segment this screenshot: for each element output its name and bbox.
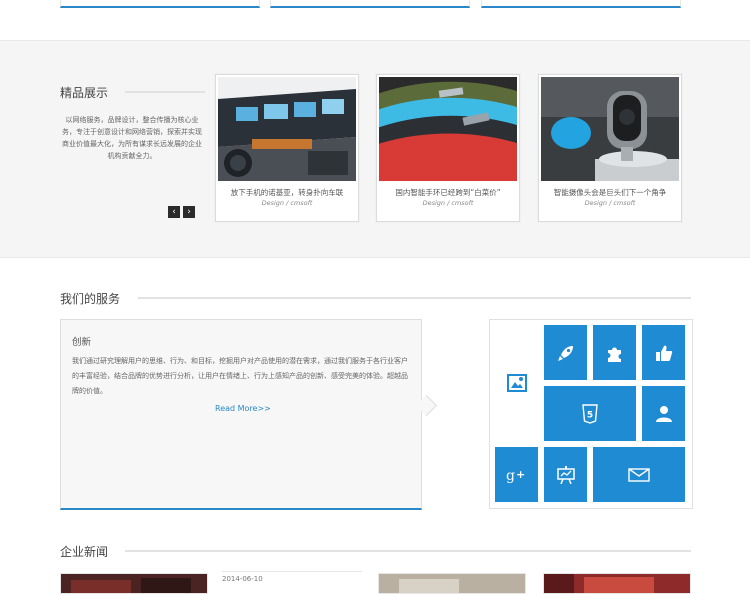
product-subtitle: Design / cmsoft bbox=[261, 199, 313, 207]
image-icon[interactable] bbox=[507, 374, 527, 392]
mail-tile[interactable] bbox=[593, 447, 685, 502]
svg-text:5: 5 bbox=[587, 410, 593, 420]
products-title: 精品展示 bbox=[60, 86, 109, 100]
news-thumbnail-1[interactable] bbox=[60, 573, 208, 594]
next-arrow-button[interactable]: › bbox=[183, 206, 195, 218]
mail-icon bbox=[628, 467, 650, 482]
news-date: 2014-06-10 bbox=[222, 575, 263, 583]
top-card-1 bbox=[60, 0, 260, 8]
product-card-1[interactable]: 放下手机的诺基亚，转身扑向车联 Design / cmsoft bbox=[215, 74, 359, 222]
news-title: 企业新闻 bbox=[60, 545, 109, 559]
news-thumbnail-2[interactable] bbox=[378, 573, 526, 594]
products-intro: 以网络服务，品牌设计，整合传播为核心业务，专注于创意设计和网络营销，探索并实现商… bbox=[62, 116, 202, 160]
news-title-rule bbox=[125, 550, 691, 552]
user-icon bbox=[655, 405, 673, 423]
rocket-icon bbox=[557, 344, 575, 362]
news-thumbnail-3[interactable] bbox=[543, 573, 691, 594]
service-text: 我们通过研究理解用户的思维、行为、和目标，挖掘用户对产品使用的潜在需求，通过我们… bbox=[72, 357, 408, 395]
product-image-dashboard[interactable] bbox=[218, 77, 356, 181]
svg-text:g: g bbox=[506, 468, 515, 483]
html5-tile[interactable]: 5 bbox=[544, 386, 636, 441]
read-more-link[interactable]: Read More>> bbox=[215, 404, 271, 413]
top-card-2 bbox=[270, 0, 470, 8]
presentation-icon bbox=[556, 465, 575, 484]
product-card-2[interactable]: 国内智能手环已经跨到“白菜价” Design / cmsoft bbox=[376, 74, 520, 222]
prev-arrow-button[interactable]: ‹ bbox=[168, 206, 180, 218]
products-title-rule bbox=[125, 91, 205, 93]
services-title-rule bbox=[138, 297, 691, 299]
product-subtitle: Design / cmsoft bbox=[422, 199, 474, 207]
puzzle-tile[interactable] bbox=[593, 325, 636, 380]
product-image-wristbands[interactable] bbox=[379, 77, 517, 181]
rocket-tile[interactable] bbox=[544, 325, 587, 380]
user-tile[interactable] bbox=[642, 386, 685, 441]
presentation-tile[interactable] bbox=[544, 447, 587, 502]
product-subtitle: Design / cmsoft bbox=[584, 199, 636, 207]
product-title[interactable]: 放下手机的诺基亚，转身扑向车联 bbox=[216, 187, 358, 198]
product-image-camera[interactable] bbox=[541, 77, 679, 181]
thumbs-up-tile[interactable] bbox=[642, 325, 685, 380]
product-title[interactable]: 国内智能手环已经跨到“白菜价” bbox=[377, 187, 519, 198]
svg-text:+: + bbox=[516, 468, 525, 481]
news-item-rule bbox=[222, 571, 362, 572]
puzzle-icon bbox=[605, 343, 625, 363]
google-plus-tile[interactable]: g + bbox=[495, 447, 538, 502]
top-card-3 bbox=[481, 0, 681, 8]
product-card-3[interactable]: 智能摄像头会是巨头们下一个角争 Design / cmsoft bbox=[538, 74, 682, 222]
html5-icon: 5 bbox=[582, 403, 598, 424]
thumbs-up-icon bbox=[655, 344, 673, 362]
services-title: 我们的服务 bbox=[60, 292, 121, 306]
product-title[interactable]: 智能摄像头会是巨头们下一个角争 bbox=[539, 187, 681, 198]
service-description-box bbox=[60, 319, 422, 510]
google-plus-icon: g + bbox=[506, 467, 528, 483]
service-heading: 创新 bbox=[72, 337, 92, 348]
